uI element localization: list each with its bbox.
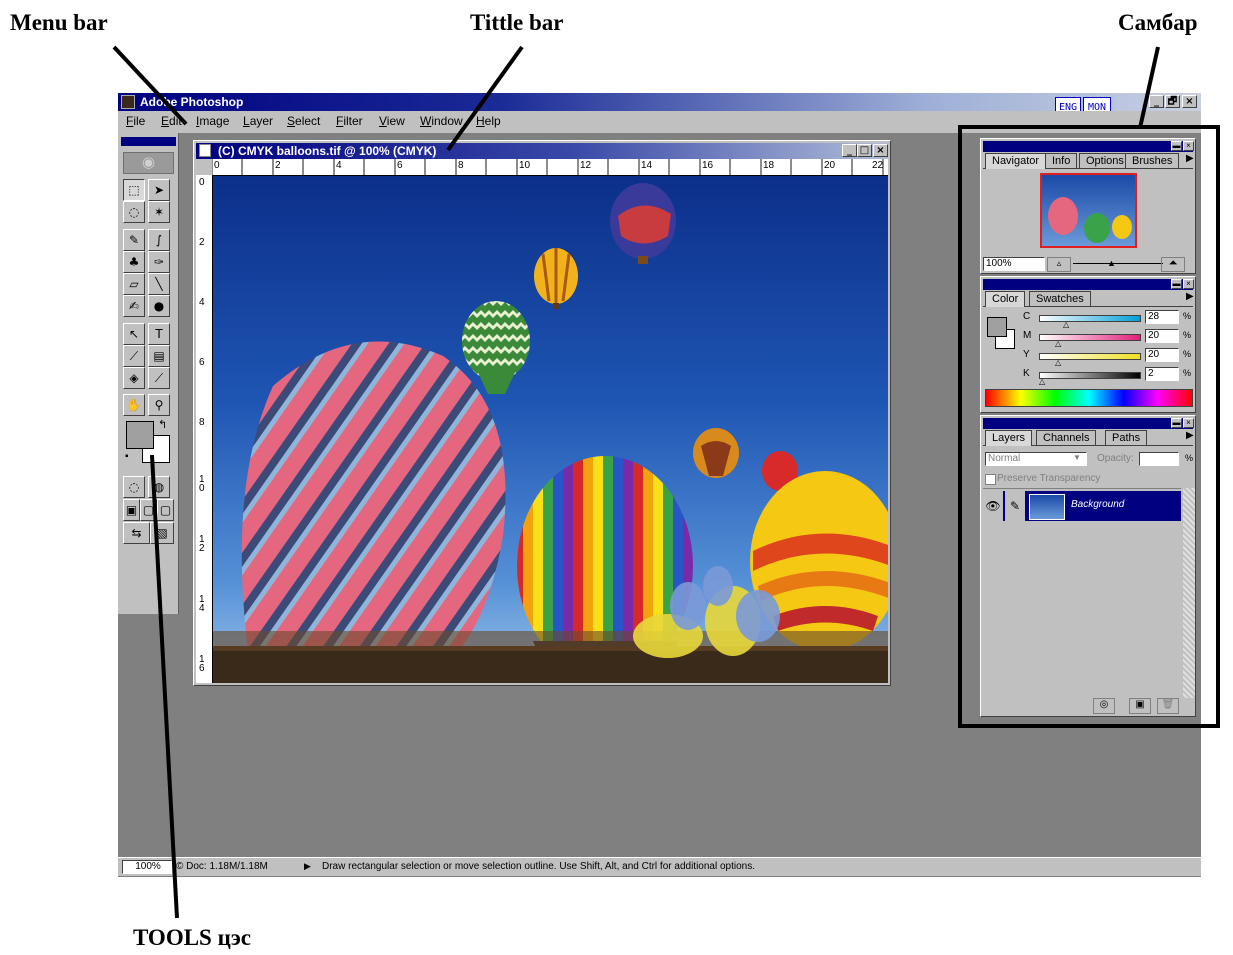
toolbox: ◉ ⬚ ➤ ◌ ✶ ✎ ∫ ♣ ✑ ▱ ╲ ✍ ● ↖ T ⟋ ▤ ◈ ⟋ ✋ …	[118, 133, 179, 614]
tab-layers[interactable]: Layers	[985, 430, 1033, 446]
status-hint: Draw rectangular selection or move selec…	[322, 861, 755, 872]
restore-button[interactable]: 🗗	[1165, 95, 1180, 108]
ruler-label: 4	[336, 160, 342, 171]
blur-tool-icon[interactable]: ✍	[123, 295, 145, 317]
ruler-label: 0	[199, 177, 205, 188]
ruler-label: 14	[641, 160, 653, 171]
status-zoom-field[interactable]: 100%	[122, 860, 172, 874]
eraser-tool-icon[interactable]: ▱	[123, 273, 145, 295]
full-screen-icon[interactable]: ▢	[157, 499, 174, 521]
standard-mode-icon[interactable]: ◌	[123, 476, 145, 498]
annotation-title-bar: Tittle bar	[470, 10, 564, 35]
close-button[interactable]: ×	[1182, 95, 1197, 108]
foreground-color-swatch[interactable]	[126, 421, 154, 449]
history-brush-tool-icon[interactable]: ✑	[148, 251, 170, 273]
dodge-tool-icon[interactable]: ●	[148, 295, 170, 317]
ruler-label: 2	[275, 160, 281, 171]
annotation-tools: TOOLS цэс	[133, 925, 251, 950]
airbrush-tool-icon[interactable]: ✎	[123, 229, 145, 251]
tab-color[interactable]: Color	[985, 291, 1026, 307]
measure-tool-icon[interactable]: ⟋	[123, 345, 145, 367]
balloon-small-4	[693, 428, 739, 478]
swap-colors-icon[interactable]: ↰	[158, 418, 167, 431]
default-colors-icon[interactable]: ▪	[125, 451, 129, 462]
ruler-ticks-top	[212, 159, 884, 175]
pen-tool-icon[interactable]: ↖	[123, 323, 145, 345]
crowd-ground	[213, 646, 888, 683]
gradient-tool-icon[interactable]: ▤	[148, 345, 170, 367]
menu-edit[interactable]: Edit	[161, 114, 182, 128]
jump-to-app-icon[interactable]: ▧	[150, 522, 174, 544]
ruler-label: 0	[214, 160, 220, 171]
doc-close-button[interactable]: ×	[873, 144, 888, 157]
ruler-label: 1 0	[199, 474, 205, 494]
menu-view[interactable]: View	[379, 114, 405, 128]
zoom-tool-icon[interactable]: ⚲	[148, 394, 170, 416]
document-title-bar[interactable]: (C) CMYK balloons.tif @ 100% (CMYK) _ □ …	[196, 143, 888, 159]
tab-navigator[interactable]: Navigator	[985, 153, 1047, 169]
ruler-label: 1 2	[199, 534, 205, 554]
ruler-label: 1 4	[199, 594, 205, 614]
paintbrush-tool-icon[interactable]: ∫	[148, 229, 170, 251]
minimize-button[interactable]: _	[1149, 95, 1164, 108]
annotation-sambar: Самбар	[1118, 10, 1198, 35]
app-title-bar[interactable]: Adobe Photoshop	[118, 93, 1201, 111]
menu-help[interactable]: Help	[476, 114, 501, 128]
full-screen-menu-icon[interactable]: ▢	[140, 499, 157, 521]
image-canvas[interactable]	[213, 176, 888, 683]
ruler-label: 12	[580, 160, 592, 171]
balloon-small-1	[610, 183, 676, 264]
marquee-tool-icon[interactable]: ⬚	[123, 179, 145, 201]
rubber-stamp-tool-icon[interactable]: ♣	[123, 251, 145, 273]
document-title: (C) CMYK balloons.tif @ 100% (CMYK)	[218, 144, 437, 158]
adobe-eye-icon[interactable]: ◉	[123, 152, 174, 174]
standard-screen-icon[interactable]: ▣	[123, 499, 140, 521]
quick-mask-mode-icon[interactable]: ◍	[148, 476, 170, 498]
document-window: (C) CMYK balloons.tif @ 100% (CMYK) _ □ …	[193, 140, 891, 686]
status-menu-arrow-icon[interactable]: ▶	[304, 861, 311, 872]
status-bar: 100% © Doc: 1.18M/1.18M ▶ Draw rectangul…	[118, 857, 1201, 876]
ruler-label: 4	[199, 297, 205, 308]
ruler-label: 22	[872, 160, 884, 171]
document-icon	[199, 144, 211, 157]
vertical-ruler[interactable]: 0 2 4 6 8 1 0 1 2 1 4 1 6	[196, 175, 213, 683]
magic-wand-tool-icon[interactable]: ✶	[148, 201, 170, 223]
line-tool-icon[interactable]: ╲	[148, 273, 170, 295]
balloon-small-3	[462, 301, 530, 394]
jump-to-imageready-icon[interactable]: ⇆	[123, 522, 150, 544]
horizontal-ruler[interactable]: 0 2 4 6 8 10 12 14 16 18 20 22	[212, 159, 888, 176]
menu-layer[interactable]: Layer	[243, 114, 273, 128]
menu-select[interactable]: Select	[287, 114, 320, 128]
ruler-label: 6	[397, 160, 403, 171]
ruler-label: 1 6	[199, 654, 205, 674]
ruler-label: 6	[199, 357, 205, 368]
menu-image[interactable]: Image	[196, 114, 229, 128]
hand-tool-icon[interactable]: ✋	[123, 394, 145, 416]
ruler-label: 2	[199, 237, 205, 248]
menu-filter[interactable]: Filter	[336, 114, 363, 128]
balloons-photo	[213, 183, 888, 683]
ruler-label: 18	[763, 160, 775, 171]
ruler-label: 8	[458, 160, 464, 171]
balloon-small-2	[534, 248, 578, 309]
ruler-label: 8	[199, 417, 205, 428]
paint-bucket-tool-icon[interactable]: ◈	[123, 367, 145, 389]
annotation-menu-bar: Menu bar	[10, 10, 108, 35]
toolbox-title-bar[interactable]	[121, 137, 176, 146]
lasso-tool-icon[interactable]: ◌	[123, 201, 145, 223]
eyedropper-tool-icon[interactable]: ⟋	[148, 367, 170, 389]
type-tool-icon[interactable]: T	[148, 323, 170, 345]
sambar-highlight-frame	[958, 125, 1220, 728]
ruler-label: 16	[702, 160, 714, 171]
doc-maximize-button[interactable]: □	[857, 144, 872, 157]
menu-file[interactable]: File	[126, 114, 145, 128]
photoshop-app-icon	[121, 95, 135, 109]
ruler-label: 20	[824, 160, 836, 171]
app-title: Adobe Photoshop	[140, 95, 244, 109]
menu-window[interactable]: Window	[420, 114, 463, 128]
ruler-label: 10	[519, 160, 531, 171]
doc-minimize-button[interactable]: _	[842, 144, 857, 157]
move-tool-icon[interactable]: ➤	[148, 179, 170, 201]
status-doc-size: © Doc: 1.18M/1.18M	[176, 861, 268, 872]
